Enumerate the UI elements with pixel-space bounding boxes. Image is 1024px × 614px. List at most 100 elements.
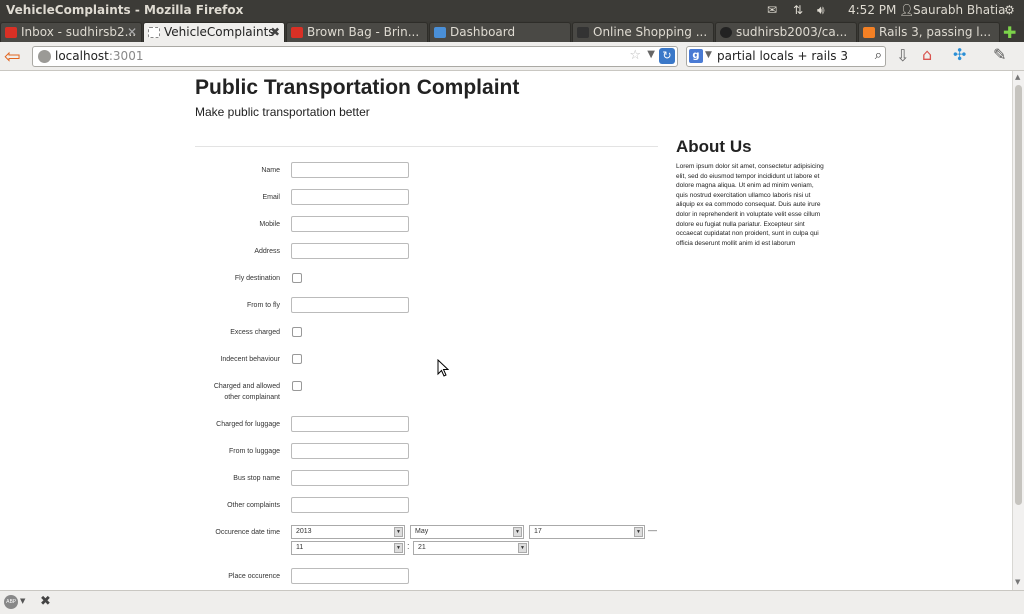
charged-allowed-label-line2: other complainant bbox=[224, 394, 280, 401]
gear-icon[interactable]: ⚙ bbox=[1004, 3, 1015, 17]
tag-icon bbox=[577, 27, 589, 38]
from-to-fly-field[interactable] bbox=[291, 297, 409, 313]
back-arrow-icon[interactable]: ⇦ bbox=[4, 45, 26, 67]
about-text: Lorem ipsum dolor sit amet, consectetur … bbox=[676, 163, 824, 247]
window-title: VehicleComplaints - Mozilla Firefox bbox=[6, 3, 244, 17]
gmail-icon bbox=[291, 27, 303, 38]
from-to-fly-label: From to fly bbox=[246, 302, 280, 309]
tab-online-shopping[interactable]: Online Shopping ... bbox=[572, 22, 714, 42]
place-field[interactable] bbox=[291, 568, 409, 584]
gmail-icon bbox=[5, 27, 17, 38]
indecent-behaviour-label: Indecent behaviour bbox=[220, 356, 280, 363]
tab-dashboard[interactable]: Dashboard bbox=[429, 22, 571, 42]
reload-icon[interactable]: ↻ bbox=[659, 48, 675, 64]
mobile-field[interactable] bbox=[291, 216, 409, 232]
chevron-down-icon: ▼ bbox=[634, 527, 643, 537]
user-icon: 👤︎ bbox=[899, 3, 915, 17]
tab-label: Rails 3, passing l... bbox=[879, 25, 992, 39]
mouse-pointer-icon bbox=[437, 359, 449, 377]
excess-charged-checkbox[interactable] bbox=[292, 327, 302, 337]
address-label: Address bbox=[254, 248, 280, 255]
bus-stop-label: Bus stop name bbox=[233, 475, 280, 482]
from-luggage-field[interactable] bbox=[291, 443, 409, 459]
date-time-separator: — bbox=[648, 525, 657, 535]
charged-allowed-label-line1: Charged and allowed bbox=[213, 383, 280, 390]
fly-destination-checkbox[interactable] bbox=[292, 273, 302, 283]
day-select[interactable]: 17 ▼ bbox=[529, 525, 645, 539]
page-title: Public Transportation Complaint bbox=[195, 76, 520, 99]
search-icon[interactable]: ⌕ bbox=[875, 48, 882, 63]
minute-select[interactable]: 21 ▼ bbox=[413, 541, 529, 555]
divider bbox=[195, 146, 658, 147]
network-icon[interactable]: ⇅ bbox=[793, 3, 803, 17]
tab-label: Dashboard bbox=[450, 25, 516, 39]
tab-label: Brown Bag - Brin... bbox=[307, 25, 420, 39]
tab-bar: Inbox - sudhirsb2... ✕ VehicleComplaints… bbox=[0, 21, 1024, 42]
addon-icon[interactable]: ✣ bbox=[953, 45, 966, 64]
page-content: Public Transportation Complaint Make pub… bbox=[0, 71, 1012, 590]
address-field[interactable] bbox=[291, 243, 409, 259]
charged-luggage-label: Charged for luggage bbox=[216, 421, 280, 428]
tab-rails[interactable]: Rails 3, passing l... bbox=[858, 22, 1000, 42]
bookmark-star-icon[interactable]: ☆ bbox=[629, 48, 641, 63]
volume-icon[interactable]: 🔊︎ bbox=[817, 3, 825, 18]
chevron-down-icon[interactable]: ▼ bbox=[705, 50, 712, 60]
other-complaints-field[interactable] bbox=[291, 497, 409, 513]
search-input[interactable]: partial locals + rails 3 bbox=[717, 49, 848, 63]
charged-allowed-checkbox[interactable] bbox=[292, 381, 302, 391]
hour-select[interactable]: 11 ▼ bbox=[291, 541, 405, 555]
bus-stop-field[interactable] bbox=[291, 470, 409, 486]
year-select[interactable]: 2013 ▼ bbox=[291, 525, 405, 539]
url-host: localhost bbox=[55, 49, 109, 63]
month-select[interactable]: May ▼ bbox=[410, 525, 524, 539]
chevron-down-icon[interactable]: ▼ bbox=[647, 49, 655, 60]
tab-label: Online Shopping ... bbox=[593, 25, 708, 39]
minute-value: 21 bbox=[418, 544, 426, 551]
tab-brown-bag[interactable]: Brown Bag - Brin... bbox=[286, 22, 428, 42]
scroll-up-icon[interactable]: ▲ bbox=[1015, 73, 1020, 81]
new-tab-icon[interactable]: ✚ bbox=[1003, 23, 1016, 42]
scrollbar-thumb[interactable] bbox=[1015, 85, 1022, 505]
google-icon[interactable]: g bbox=[689, 49, 703, 63]
tab-label: Inbox - sudhirsb2... bbox=[21, 25, 137, 39]
tab-vehiclecomplaints[interactable]: VehicleComplaints ✖ bbox=[143, 22, 285, 42]
charged-allowed-label: Charged and allowed other complainant bbox=[195, 381, 280, 403]
url-bar[interactable]: localhost:3001 ☆ ▼ ↻ bbox=[32, 46, 678, 67]
email-field[interactable] bbox=[291, 189, 409, 205]
name-field[interactable] bbox=[291, 162, 409, 178]
occurence-label: Occurence date time bbox=[215, 529, 280, 536]
chevron-down-icon: ▼ bbox=[394, 543, 403, 553]
day-value: 17 bbox=[534, 528, 542, 535]
hour-value: 11 bbox=[296, 544, 304, 551]
menu-icon[interactable]: ✎ bbox=[993, 45, 1006, 64]
chevron-down-icon[interactable]: ▼ bbox=[20, 597, 25, 605]
charged-luggage-field[interactable] bbox=[291, 416, 409, 432]
home-icon[interactable]: ⌂ bbox=[922, 45, 932, 64]
page-subtitle: Make public transportation better bbox=[195, 105, 370, 119]
scroll-down-icon[interactable]: ▼ bbox=[1015, 578, 1020, 586]
status-bar: ABP ▼ ✖ bbox=[0, 590, 1024, 614]
search-bar[interactable]: g ▼ partial locals + rails 3 ⌕ bbox=[686, 46, 886, 67]
fly-destination-label: Fly destination bbox=[234, 275, 280, 282]
indecent-behaviour-checkbox[interactable] bbox=[292, 354, 302, 364]
chevron-down-icon: ▼ bbox=[394, 527, 403, 537]
chevron-down-icon: ▼ bbox=[513, 527, 522, 537]
mail-icon[interactable]: ✉ bbox=[767, 3, 777, 17]
year-value: 2013 bbox=[296, 528, 312, 535]
close-icon[interactable]: ✕ bbox=[127, 25, 137, 39]
stackoverflow-icon bbox=[863, 27, 875, 38]
navigation-toolbar: ⇦ localhost:3001 ☆ ▼ ↻ g ▼ partial local… bbox=[0, 42, 1024, 71]
about-title: About Us bbox=[676, 137, 752, 156]
close-icon[interactable]: ✖ bbox=[40, 594, 51, 609]
time-colon: : bbox=[407, 541, 410, 551]
close-icon[interactable]: ✖ bbox=[270, 25, 280, 39]
clock[interactable]: 4:52 PM bbox=[848, 3, 896, 17]
tab-github[interactable]: sudhirsb2003/ca... bbox=[715, 22, 857, 42]
dashboard-icon bbox=[434, 27, 446, 38]
download-icon[interactable]: ⇩ bbox=[896, 46, 909, 65]
user-name[interactable]: Saurabh Bhatia bbox=[913, 3, 1005, 17]
vertical-scrollbar[interactable]: ▲ ▼ bbox=[1012, 71, 1024, 590]
adblock-icon[interactable]: ABP bbox=[4, 595, 18, 609]
tab-inbox[interactable]: Inbox - sudhirsb2... ✕ bbox=[0, 22, 142, 42]
tab-label: sudhirsb2003/ca... bbox=[736, 25, 848, 39]
